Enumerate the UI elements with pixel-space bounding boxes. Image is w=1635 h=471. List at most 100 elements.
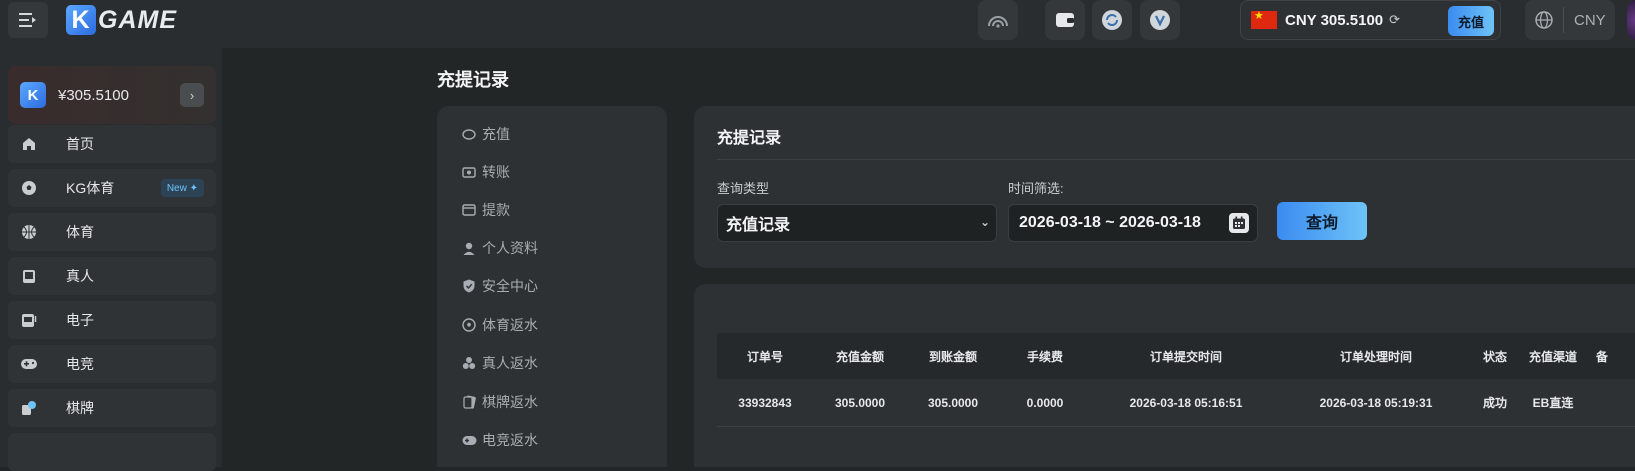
query-type-value: 充值记录 (726, 217, 791, 234)
chips-icon (461, 355, 477, 371)
deposit-button[interactable]: 充值 (1448, 6, 1494, 36)
submenu-item-label: 安全中心 (482, 278, 538, 294)
col-process-time: 订单处理时间 (1339, 349, 1412, 364)
sidebar-item-live[interactable]: 真人 (8, 257, 216, 295)
sidebar-item-label: 真人 (66, 268, 94, 284)
globe-icon (1535, 11, 1553, 29)
submenu-item-transfer[interactable]: 转账 (461, 160, 510, 184)
refresh-icon[interactable]: ⟳ (1389, 12, 1400, 28)
refresh-button[interactable] (1092, 0, 1132, 40)
query-button[interactable]: 查询 (1277, 202, 1367, 240)
sidebar-item-sports[interactable]: 体育 (8, 213, 216, 251)
cell-fee: 0.0000 (1026, 395, 1064, 410)
col-credited-amount: 到账金额 (928, 349, 977, 364)
sidebar-item-more[interactable] (8, 433, 216, 471)
col-fee: 手续费 (1026, 349, 1063, 364)
top-bar: KGAME CNY 305.5100 ⟳ 充值 CNY (0, 0, 1635, 48)
submenu-item-label: 棋牌返水 (482, 394, 538, 410)
table-header: 订单号 充值金额 到账金额 手续费 订单提交时间 订单处理时间 状态 充值渠道 … (717, 333, 1635, 379)
sidebar-item-label: KG体育 (66, 180, 115, 196)
slot-machine-icon (20, 311, 38, 329)
currency-label: CNY (1574, 11, 1606, 29)
vip-badge-icon (1150, 10, 1170, 30)
balance-amount: ¥305.5100 (58, 86, 129, 104)
col-remark: 备 (1595, 349, 1608, 364)
submenu-item-label: 提款 (482, 202, 510, 218)
language-currency-selector[interactable]: CNY (1525, 0, 1615, 40)
basketball-icon (20, 223, 38, 241)
query-type-label: 查询类型 (717, 181, 770, 196)
date-range-input[interactable]: 2026-03-18 ~ 2026-03-18 (1008, 204, 1258, 242)
sidebar: K ¥305.5100 › 首页 KG体育 New ✦ 体育 真人 电子 电竞 … (0, 48, 222, 471)
cards-icon (20, 267, 38, 285)
col-channel: 充值渠道 (1528, 349, 1577, 364)
sidebar-item-label: 体育 (66, 224, 94, 240)
soccer-icon (461, 317, 477, 333)
cell-channel: EB直连 (1532, 396, 1574, 410)
sidebar-item-label: 电子 (66, 312, 94, 328)
table-row[interactable]: 33932843 305.0000 305.0000 0.0000 2026-0… (717, 379, 1635, 427)
cell-credited-amount: 305.0000 (927, 395, 979, 410)
chevron-right-icon[interactable]: › (180, 83, 204, 107)
cell-submit-time: 2026-03-18 05:16:51 (1129, 395, 1243, 410)
submenu-item-live-rebate[interactable]: 真人返水 (461, 351, 538, 375)
signal-button[interactable] (978, 0, 1018, 40)
gamepad-icon (20, 355, 38, 373)
submenu-item-label: 个人资料 (482, 240, 538, 256)
filter-panel-title: 充提记录 (717, 130, 782, 147)
wallet-amount: CNY 305.5100 (1285, 11, 1384, 29)
avatar[interactable] (1627, 0, 1635, 40)
submenu-item-profile[interactable]: 个人资料 (461, 236, 538, 260)
sidebar-item-esports[interactable]: 电竞 (8, 345, 216, 383)
logo-text: GAME (98, 5, 177, 34)
sidebar-item-label: 首页 (66, 136, 94, 152)
sidebar-balance-card[interactable]: K ¥305.5100 › (8, 66, 216, 124)
soccer-icon (20, 179, 38, 197)
submenu-item-security[interactable]: 安全中心 (461, 274, 538, 298)
submenu-item-deposit[interactable]: 充值 (461, 122, 510, 146)
user-icon (461, 240, 477, 256)
page-title: 充提记录 (437, 70, 509, 90)
submenu-item-label: 转账 (482, 164, 510, 180)
card-icon (461, 394, 477, 410)
refresh-circle-icon (1102, 10, 1122, 30)
sidebar-item-slots[interactable]: 电子 (8, 301, 216, 339)
submenu-item-sports-rebate[interactable]: 体育返水 (461, 313, 538, 337)
chevron-down-icon: ⌄ (979, 215, 990, 229)
brand-logo[interactable]: K GAME (66, 4, 177, 36)
col-submit-time: 订单提交时间 (1149, 349, 1222, 364)
cell-order-id: 33932843 (738, 395, 792, 410)
submenu-item-withdraw[interactable]: 提款 (461, 198, 510, 222)
wallet-balance[interactable]: CNY 305.5100 ⟳ 充值 (1240, 0, 1501, 40)
chess-icon (20, 399, 38, 417)
query-type-select[interactable]: 充值记录 ⌄ (717, 204, 997, 242)
sidebar-item-home[interactable]: 首页 (8, 125, 216, 163)
sidebar-item-kg-sports[interactable]: KG体育 New ✦ (8, 169, 216, 207)
account-submenu: 充值 转账 提款 个人资料 安全中心 体育返水 真人返水 棋牌返水 电竞返水 (437, 106, 667, 467)
submenu-item-label: 电竞返水 (482, 432, 538, 448)
piggy-bank-icon (461, 126, 477, 142)
vip-button[interactable] (1140, 0, 1180, 40)
filter-panel: 充提记录 查询类型 时间筛选: 充值记录 ⌄ 2026-03-18 ~ 2026… (694, 106, 1635, 268)
home-icon (20, 135, 38, 153)
logo-mark: K (66, 5, 96, 35)
col-deposit-amount: 充值金额 (835, 349, 884, 364)
submenu-item-esports-rebate[interactable]: 电竞返水 (461, 428, 538, 452)
submenu-item-label: 真人返水 (482, 355, 538, 371)
hamburger-icon (19, 13, 36, 27)
shield-icon (461, 278, 477, 294)
divider (717, 159, 1635, 160)
cell-deposit-amount: 305.0000 (834, 395, 886, 410)
submenu-item-chess-rebate[interactable]: 棋牌返水 (461, 390, 538, 414)
submenu-item-label: 体育返水 (482, 317, 538, 333)
sidebar-item-label: 棋牌 (66, 400, 94, 416)
withdraw-icon (461, 202, 477, 218)
signal-icon (988, 16, 1008, 28)
balance-logo-icon: K (20, 82, 46, 108)
sidebar-item-chess[interactable]: 棋牌 (8, 389, 216, 427)
menu-toggle-button[interactable] (8, 2, 48, 38)
china-flag-icon (1251, 9, 1277, 29)
calendar-icon[interactable] (1229, 213, 1249, 233)
wallet-button[interactable] (1045, 0, 1085, 40)
time-filter-label: 时间筛选: (1008, 181, 1064, 196)
